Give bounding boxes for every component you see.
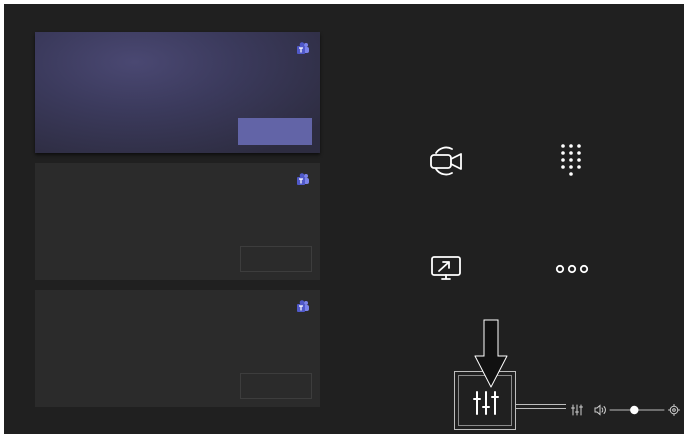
- more-options-button[interactable]: [554, 262, 590, 276]
- status-bar: [570, 402, 682, 418]
- down-arrow-icon: [474, 318, 508, 395]
- teams-icon: [296, 41, 310, 55]
- volume-slider[interactable]: [609, 405, 665, 415]
- meeting-card-selected[interactable]: [35, 32, 320, 153]
- sliders-icon[interactable]: [571, 404, 583, 416]
- meet-now-button[interactable]: [428, 144, 466, 178]
- dial-pad-icon: [558, 142, 584, 178]
- callout-leader-line: [516, 404, 566, 409]
- more-options-icon: [554, 262, 590, 276]
- meeting-card[interactable]: [35, 163, 320, 280]
- teams-icon: [296, 299, 310, 313]
- speaker-icon[interactable]: [594, 404, 606, 416]
- teams-icon: [296, 172, 310, 186]
- meeting-card[interactable]: [35, 290, 320, 407]
- dial-pad-button[interactable]: [558, 142, 584, 178]
- gear-icon[interactable]: [668, 404, 680, 416]
- join-button[interactable]: [240, 246, 312, 272]
- share-screen-button[interactable]: [429, 254, 463, 284]
- meet-now-icon: [428, 144, 466, 178]
- room-console-screen: [4, 4, 684, 434]
- join-button[interactable]: [240, 373, 312, 399]
- join-button[interactable]: [238, 118, 312, 145]
- share-screen-icon: [429, 254, 463, 284]
